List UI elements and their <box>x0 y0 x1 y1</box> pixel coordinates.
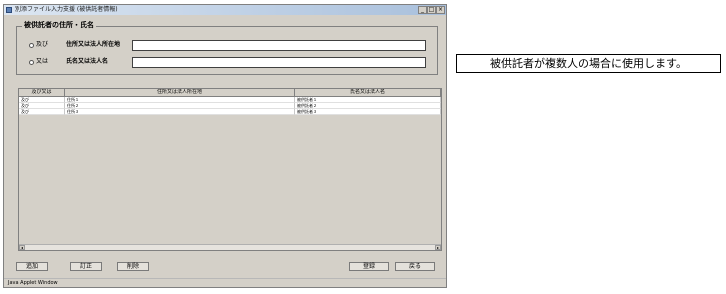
cell-address: 住所３ <box>65 109 295 115</box>
radio-and-label: 及び <box>36 41 49 48</box>
minimize-button[interactable]: _ <box>418 6 427 14</box>
group-title: 被供託者の住所・氏名 <box>22 20 96 30</box>
window-title: 別添ファイル入力支援 (被供託者情報) <box>15 6 118 13</box>
horizontal-scrollbar[interactable]: ◂ ▸ <box>19 244 441 250</box>
name-label: 氏名又は法人名 <box>66 58 109 65</box>
header-name[interactable]: 氏名又は法人名 <box>295 89 441 97</box>
header-and-or[interactable]: 及び又は <box>19 89 65 97</box>
back-button[interactable]: 戻る <box>395 262 435 271</box>
delete-button[interactable]: 削除 <box>117 262 149 271</box>
status-text: Java Applet Window <box>8 280 58 286</box>
scroll-right-icon[interactable]: ▸ <box>435 245 441 250</box>
cell-name: 被供託者３ <box>295 109 441 115</box>
table-row[interactable]: 及び 住所３ 被供託者３ <box>19 109 441 115</box>
add-button[interactable]: 追加 <box>16 262 48 271</box>
address-field[interactable] <box>132 40 426 51</box>
scroll-left-icon[interactable]: ◂ <box>19 245 25 250</box>
maximize-button[interactable]: □ <box>427 6 436 14</box>
radio-or-label: 又は <box>36 58 49 65</box>
edit-button[interactable]: 訂正 <box>70 262 102 271</box>
app-window: 別添ファイル入力支援 (被供託者情報) _ □ × 被供託者の住所・氏名 及び … <box>3 4 447 288</box>
radio-and[interactable] <box>29 43 34 48</box>
radio-or[interactable] <box>29 60 34 65</box>
name-field[interactable] <box>132 57 426 68</box>
cell-and-or: 及び <box>19 109 65 115</box>
status-bar: Java Applet Window <box>4 278 446 287</box>
app-icon <box>6 7 12 13</box>
close-button[interactable]: × <box>436 6 445 14</box>
address-label: 住所又は法人所在地 <box>66 41 121 48</box>
table-header: 及び又は 住所又は法人所在地 氏名又は法人名 <box>19 89 441 97</box>
title-bar[interactable]: 別添ファイル入力支援 (被供託者情報) _ □ × <box>4 5 446 15</box>
recipient-table[interactable]: 及び又は 住所又は法人所在地 氏名又は法人名 及び 住所１ 被供託者１ 及び 住… <box>18 88 442 251</box>
usage-note: 被供託者が複数人の場合に使用します。 <box>456 54 721 73</box>
register-button[interactable]: 登録 <box>349 262 389 271</box>
header-address[interactable]: 住所又は法人所在地 <box>65 89 295 97</box>
